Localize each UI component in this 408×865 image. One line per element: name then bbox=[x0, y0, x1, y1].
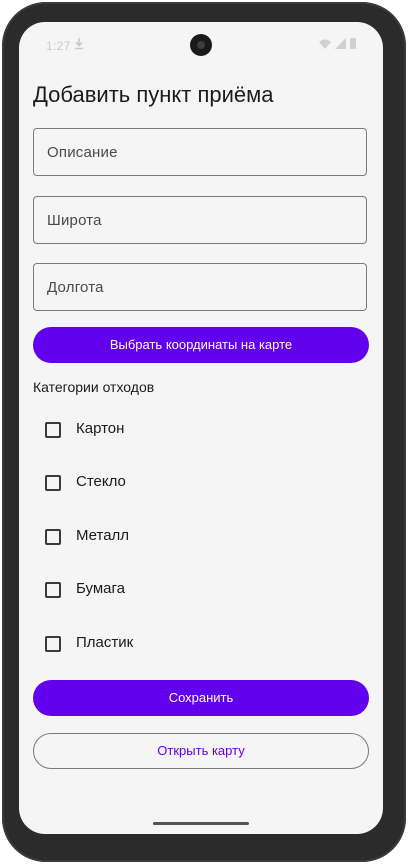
category-cardboard[interactable]: Картон bbox=[45, 418, 245, 446]
camera-cutout bbox=[190, 34, 212, 56]
category-label: Картон bbox=[76, 420, 125, 437]
category-label: Бумага bbox=[76, 580, 125, 597]
latitude-field[interactable]: Широта bbox=[33, 196, 367, 244]
checkbox[interactable] bbox=[45, 475, 61, 491]
category-paper[interactable]: Бумага bbox=[45, 578, 245, 606]
status-bar: 1:27 bbox=[19, 22, 383, 68]
save-button[interactable]: Сохранить bbox=[33, 680, 369, 716]
status-time: 1:27 bbox=[46, 39, 71, 53]
page-title: Добавить пункт приёма bbox=[33, 82, 274, 107]
app-screen: 1:27 Добавить пункт приёма Описание Широ… bbox=[19, 22, 383, 834]
category-glass[interactable]: Стекло bbox=[45, 471, 245, 499]
phone-frame: 1:27 Добавить пункт приёма Описание Широ… bbox=[2, 2, 406, 862]
checkbox[interactable] bbox=[45, 582, 61, 598]
category-label: Пластик bbox=[76, 634, 134, 651]
description-field[interactable]: Описание bbox=[33, 128, 367, 176]
download-icon bbox=[75, 38, 83, 50]
battery-icon bbox=[350, 38, 356, 49]
signal-icon bbox=[335, 38, 346, 49]
checkbox[interactable] bbox=[45, 422, 61, 438]
latitude-placeholder: Широта bbox=[47, 212, 102, 229]
description-placeholder: Описание bbox=[47, 144, 118, 161]
home-indicator[interactable] bbox=[153, 822, 249, 825]
open-map-button[interactable]: Открыть карту bbox=[33, 733, 369, 769]
category-plastic[interactable]: Пластик bbox=[45, 632, 245, 660]
categories-label: Категории отходов bbox=[33, 379, 155, 395]
pick-coordinates-button[interactable]: Выбрать координаты на карте bbox=[33, 327, 369, 363]
longitude-field[interactable]: Долгота bbox=[33, 263, 367, 311]
category-label: Стекло bbox=[76, 473, 126, 490]
longitude-placeholder: Долгота bbox=[47, 279, 104, 296]
checkbox[interactable] bbox=[45, 529, 61, 545]
category-metal[interactable]: Металл bbox=[45, 525, 245, 553]
category-label: Металл bbox=[76, 527, 130, 544]
wifi-icon bbox=[319, 39, 331, 49]
checkbox[interactable] bbox=[45, 636, 61, 652]
